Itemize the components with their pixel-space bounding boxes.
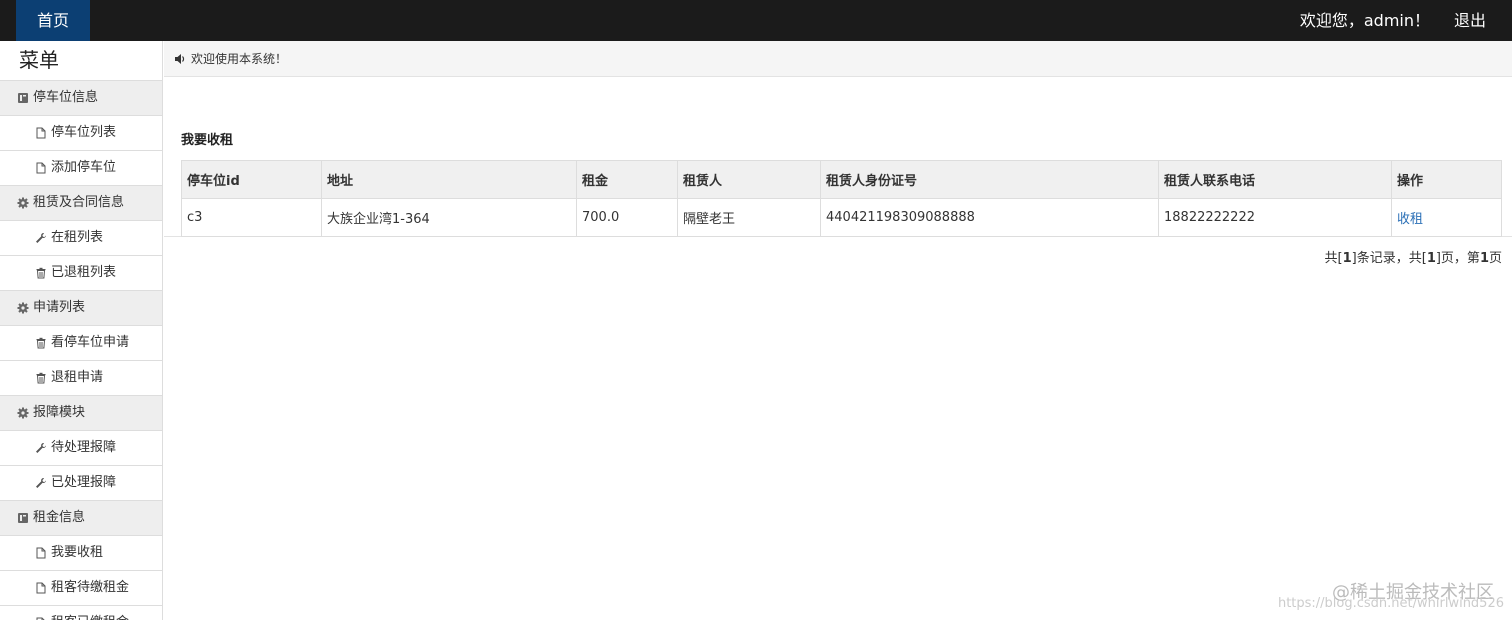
sidebar-group-label: 停车位信息 (33, 90, 99, 105)
column-header: 停车位id (181, 160, 322, 199)
sidebar-group-lease-contract[interactable]: 租赁及合同信息 (0, 186, 162, 221)
column-header: 地址 (321, 160, 577, 199)
file-icon (34, 127, 47, 140)
sidebar-group-label: 申请列表 (33, 300, 86, 315)
sidebar-item-label: 在租列表 (51, 230, 104, 245)
wrench-icon (34, 477, 47, 490)
sidebar-item-label: 已退租列表 (51, 265, 117, 280)
column-header: 租赁人 (677, 160, 821, 199)
sidebar-group-parking-info[interactable]: 停车位信息 (0, 81, 162, 116)
column-header: 操作 (1391, 160, 1502, 199)
trash-icon (34, 337, 47, 350)
sidebar-group-label: 报障模块 (33, 405, 86, 420)
sidebar-item-pending-faults[interactable]: 待处理报障 (0, 431, 162, 466)
sidebar-group-rent-info[interactable]: 租金信息 (0, 501, 162, 536)
file-icon (34, 582, 47, 595)
pager-text: 共[ (1324, 251, 1343, 266)
sidebar-item-label: 添加停车位 (51, 160, 117, 175)
file-icon (34, 617, 47, 620)
pager-text: 页 (1488, 251, 1502, 266)
notice-text: 欢迎使用本系统！ (191, 51, 288, 66)
cell-id-number: 440421198309088888 (820, 198, 1159, 237)
logout-link[interactable]: 退出 (1454, 0, 1486, 41)
sidebar-menu: 菜单 停车位信息 停车位列表 添加停车位 租赁及合同信息 在租列表 已退租列表 … (0, 41, 163, 620)
file-icon (34, 162, 47, 175)
home-tab[interactable]: 首页 (16, 0, 90, 41)
trash-icon (34, 372, 47, 385)
sidebar-group-applications[interactable]: 申请列表 (0, 291, 162, 326)
sidebar-item-add-parking[interactable]: 添加停车位 (0, 151, 162, 186)
total-pages: 1 (1426, 251, 1436, 266)
sidebar-item-label: 租客已缴租金 (51, 606, 129, 620)
welcome-text: 欢迎您，admin！ (1299, 11, 1430, 30)
pagination-info: 共[1]条记录，共[1]页，第1页 (1325, 247, 1502, 266)
volume-icon (173, 52, 186, 65)
column-header: 租金 (576, 160, 678, 199)
column-header: 租赁人身份证号 (820, 160, 1159, 199)
watermark-url: https://blog.csdn.net/whirlwind526 (1277, 596, 1504, 611)
main-content: 欢迎使用本系统！ 我要收租 停车位id 地址 租金 租赁人 租赁人身份证号 租赁… (164, 41, 1512, 620)
wrench-icon (34, 442, 47, 455)
column-header: 租赁人联系电话 (1158, 160, 1392, 199)
gear-icon (16, 302, 29, 315)
sidebar-item-rent-paid[interactable]: 租客已缴租金 (0, 606, 162, 620)
collect-rent-link[interactable]: 收租 (1397, 212, 1423, 227)
cell-rent: 700.0 (576, 198, 678, 237)
pager-text: ]条记录，共[ (1351, 251, 1427, 266)
collect-rent-panel: 我要收租 停车位id 地址 租金 租赁人 租赁人身份证号 租赁人联系电话 操作 … (164, 77, 1512, 266)
table-row: c3 大族企业湾1-364 700.0 隔壁老王 440421198309088… (181, 198, 1502, 237)
sidebar-group-fault-reports[interactable]: 报障模块 (0, 396, 162, 431)
top-navbar: 首页 欢迎您，admin！ 退出 (0, 0, 1512, 41)
wrench-icon (34, 232, 47, 245)
gear-icon (16, 197, 29, 210)
cell-tenant: 隔壁老王 (677, 198, 821, 237)
total-records: 1 (1342, 251, 1352, 266)
cell-action: 收租 (1391, 198, 1502, 237)
notice-bar: 欢迎使用本系统！ (164, 41, 1512, 77)
file-icon (34, 547, 47, 560)
sidebar-group-label: 租金信息 (33, 510, 86, 525)
menu-title: 菜单 (0, 41, 162, 81)
sidebar-group-label: 租赁及合同信息 (33, 195, 125, 210)
cell-id: c3 (181, 198, 322, 237)
sidebar-item-label: 我要收租 (51, 545, 104, 560)
sidebar-item-rent-due[interactable]: 租客待缴租金 (0, 571, 162, 606)
current-page: 1 (1479, 251, 1489, 266)
sidebar-item-label: 租客待缴租金 (51, 580, 130, 595)
trash-icon (34, 267, 47, 280)
book-icon (16, 92, 29, 105)
sidebar-item-label: 待处理报障 (51, 440, 117, 455)
sidebar-item-label: 停车位列表 (51, 125, 117, 140)
sidebar-item-label: 退租申请 (51, 370, 104, 385)
sidebar-item-returned-list[interactable]: 已退租列表 (0, 256, 162, 291)
cell-phone: 18822222222 (1158, 198, 1392, 237)
sidebar-item-label: 看停车位申请 (51, 335, 130, 350)
book-icon (16, 512, 29, 525)
sidebar-item-handled-faults[interactable]: 已处理报障 (0, 466, 162, 501)
sidebar-item-label: 已处理报障 (51, 475, 117, 490)
sidebar-item-renting-list[interactable]: 在租列表 (0, 221, 162, 256)
sidebar-item-parking-list[interactable]: 停车位列表 (0, 116, 162, 151)
sidebar-item-collect-rent[interactable]: 我要收租 (0, 536, 162, 571)
table-header-row: 停车位id 地址 租金 租赁人 租赁人身份证号 租赁人联系电话 操作 (181, 160, 1502, 199)
rent-table: 停车位id 地址 租金 租赁人 租赁人身份证号 租赁人联系电话 操作 c3 大族… (181, 160, 1502, 237)
panel-title: 我要收租 (181, 133, 234, 148)
cell-address: 大族企业湾1-364 (321, 198, 577, 237)
pager-text: ]页，第 (1435, 251, 1480, 266)
sidebar-item-return-requests[interactable]: 退租申请 (0, 361, 162, 396)
gear-icon (16, 407, 29, 420)
sidebar-item-view-parking-requests[interactable]: 看停车位申请 (0, 326, 162, 361)
